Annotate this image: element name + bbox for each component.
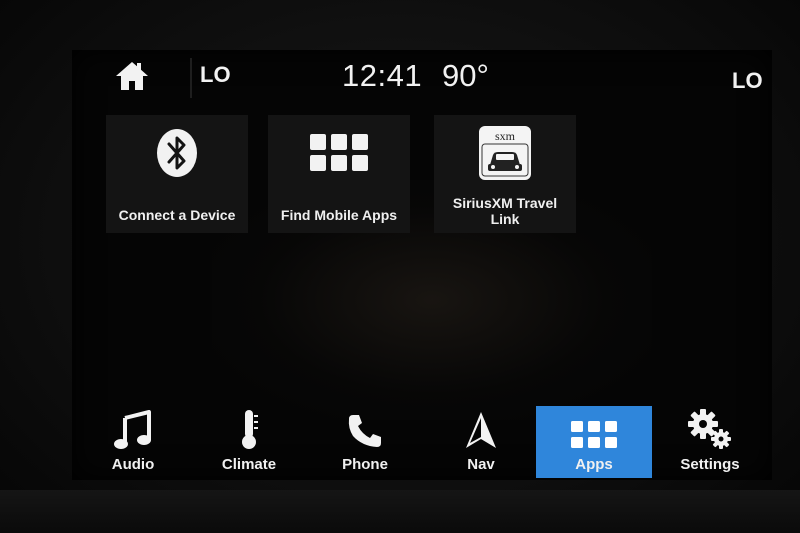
tile-label: Find Mobile Apps bbox=[280, 207, 398, 223]
nav-apps[interactable]: Apps bbox=[536, 406, 652, 478]
navigation-arrow-icon bbox=[466, 412, 496, 448]
driver-temp-setting[interactable]: LO bbox=[200, 62, 231, 88]
nav-settings[interactable]: Settings bbox=[652, 406, 768, 478]
passenger-temp-setting[interactable]: LO bbox=[732, 68, 763, 94]
siriusxm-travel-link-tile[interactable]: sxm SiriusXM Travel Link bbox=[434, 115, 576, 233]
svg-text:sxm: sxm bbox=[495, 129, 516, 143]
bottom-nav: Audio Climate Phone Nav Apps Settings bbox=[75, 406, 770, 478]
nav-phone[interactable]: Phone bbox=[307, 406, 423, 478]
phone-icon bbox=[348, 415, 381, 447]
tile-label: SiriusXM Travel Link bbox=[452, 195, 558, 227]
home-button[interactable] bbox=[110, 58, 154, 94]
nav-label: Climate bbox=[221, 456, 277, 473]
connect-device-tile[interactable]: Connect a Device bbox=[106, 115, 248, 233]
outside-temperature: 90° bbox=[442, 58, 489, 93]
thermometer-icon bbox=[242, 410, 258, 449]
nav-climate[interactable]: Climate bbox=[191, 406, 307, 478]
nav-label: Settings bbox=[680, 456, 740, 473]
nav-label: Apps bbox=[575, 456, 613, 473]
home-icon bbox=[116, 62, 148, 90]
tile-label: Connect a Device bbox=[118, 207, 236, 223]
dashboard-trim bbox=[0, 490, 800, 533]
gears-icon bbox=[688, 409, 731, 449]
nav-label: Nav bbox=[467, 456, 495, 473]
find-mobile-apps-tile[interactable]: Find Mobile Apps bbox=[268, 115, 410, 233]
apps-grid-icon bbox=[571, 421, 617, 448]
nav-label: Phone bbox=[342, 456, 388, 473]
sxm-travel-link-icon: sxm bbox=[479, 126, 531, 180]
music-note-icon bbox=[114, 410, 151, 449]
apps-grid-icon bbox=[310, 134, 368, 171]
bluetooth-icon bbox=[157, 129, 197, 177]
nav-nav[interactable]: Nav bbox=[423, 406, 539, 478]
nav-label: Audio bbox=[111, 456, 155, 473]
status-divider bbox=[190, 58, 192, 98]
nav-audio[interactable]: Audio bbox=[75, 406, 191, 478]
clock: 12:41 bbox=[342, 58, 423, 93]
